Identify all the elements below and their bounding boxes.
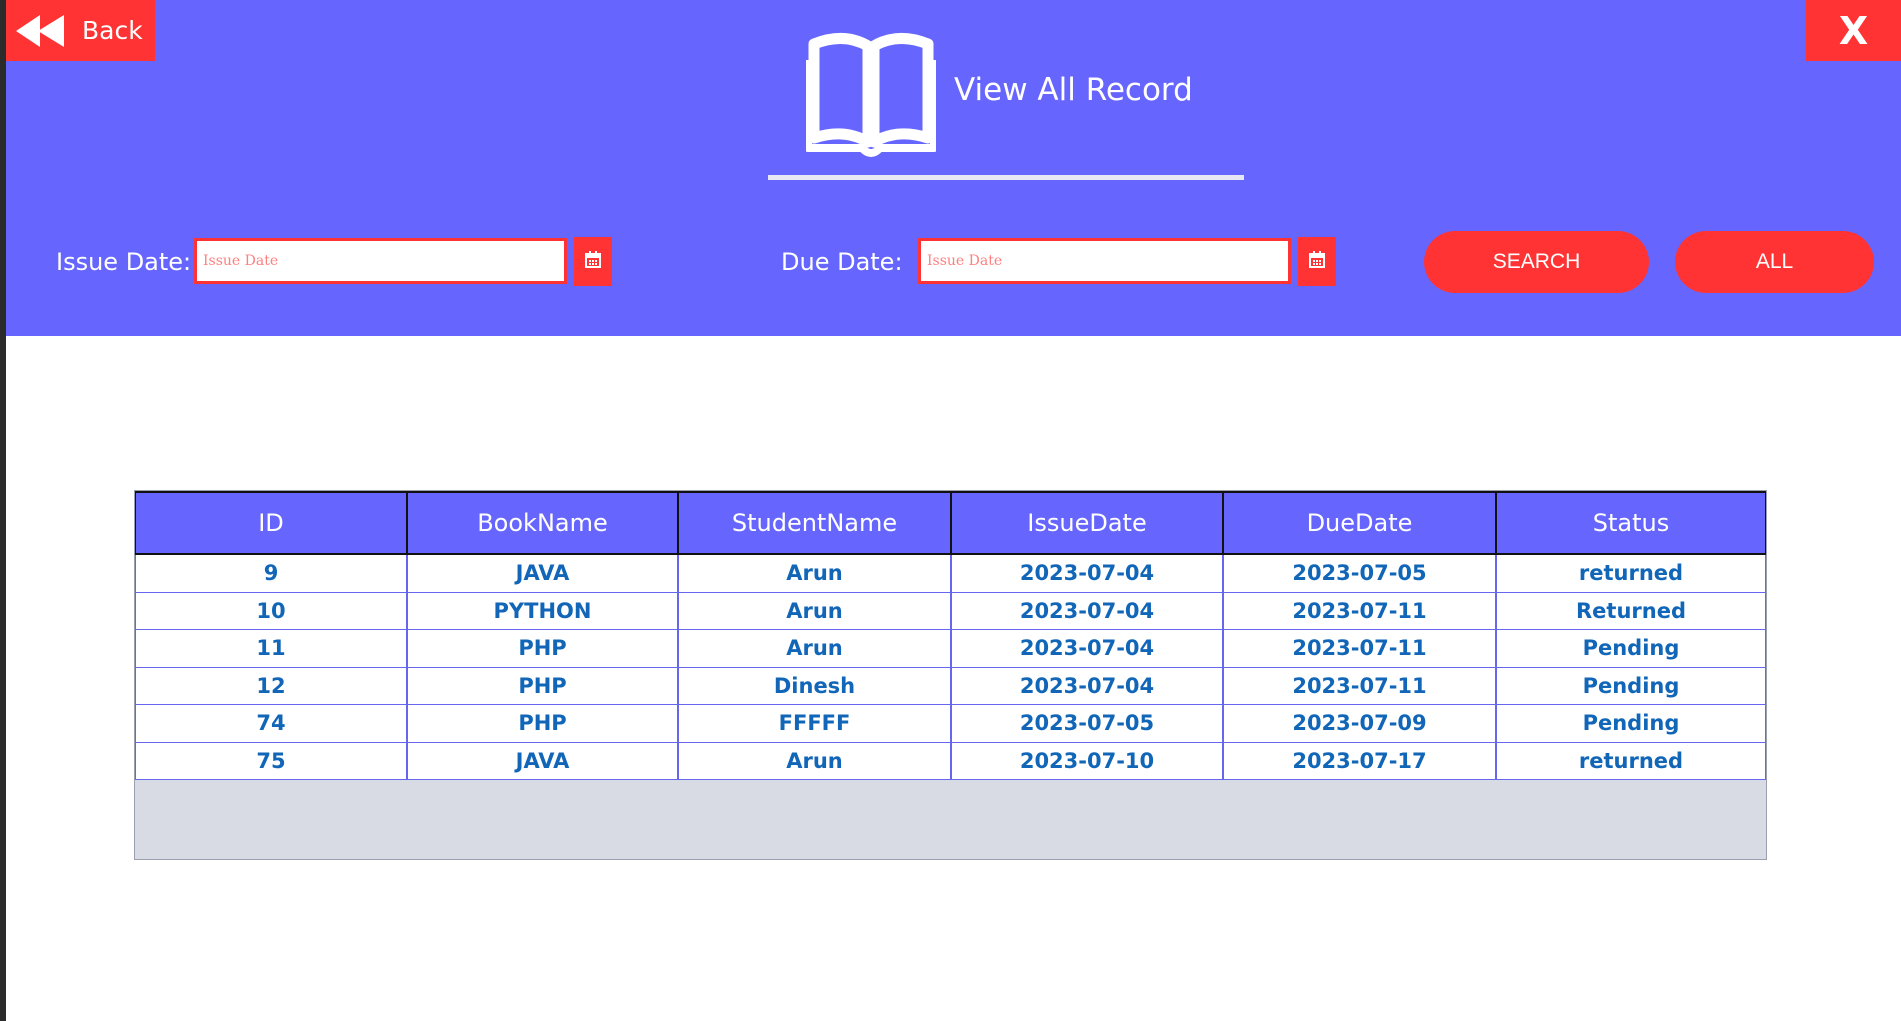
cell-duedate: 2023-07-17 — [1223, 742, 1496, 780]
column-header-id[interactable]: ID — [135, 493, 407, 553]
cell-status: Pending — [1496, 630, 1766, 668]
issue-date-input[interactable] — [194, 238, 567, 284]
cell-studentname: Dinesh — [678, 667, 951, 705]
table-row[interactable]: 10 PYTHON Arun 2023-07-04 2023-07-11 Ret… — [135, 592, 1766, 630]
cell-id: 10 — [135, 592, 407, 630]
due-date-input[interactable] — [918, 238, 1291, 284]
column-header-studentname[interactable]: StudentName — [678, 493, 951, 553]
due-date-calendar-button[interactable] — [1298, 237, 1336, 286]
cell-issuedate: 2023-07-04 — [951, 555, 1223, 593]
table-row[interactable]: 74 PHP FFFFF 2023-07-05 2023-07-09 Pendi… — [135, 705, 1766, 743]
table-row[interactable]: 9 JAVA Arun 2023-07-04 2023-07-05 return… — [135, 555, 1766, 593]
cell-status: Returned — [1496, 592, 1766, 630]
cell-duedate: 2023-07-05 — [1223, 555, 1496, 593]
cell-bookname: PHP — [407, 705, 678, 743]
table-header: ID BookName StudentName IssueDate DueDat… — [135, 491, 1766, 555]
cell-id: 9 — [135, 555, 407, 593]
cell-status: Pending — [1496, 705, 1766, 743]
cell-issuedate: 2023-07-10 — [951, 742, 1223, 780]
cell-status: returned — [1496, 742, 1766, 780]
table-row[interactable]: 75 JAVA Arun 2023-07-10 2023-07-17 retur… — [135, 742, 1766, 780]
issue-date-label: Issue Date: — [56, 248, 192, 276]
cell-issuedate: 2023-07-04 — [951, 630, 1223, 668]
due-date-label: Due Date: — [781, 248, 903, 276]
back-button[interactable]: Back — [6, 0, 155, 61]
cell-studentname: FFFFF — [678, 705, 951, 743]
records-table: ID BookName StudentName IssueDate DueDat… — [134, 490, 1767, 860]
header-panel: Back X View All Record Issue Date: Issue… — [6, 0, 1901, 336]
cell-id: 74 — [135, 705, 407, 743]
cell-issuedate: 2023-07-04 — [951, 667, 1223, 705]
cell-duedate: 2023-07-11 — [1223, 630, 1496, 668]
column-header-status[interactable]: Status — [1496, 493, 1766, 553]
page-title: View All Record — [954, 72, 1193, 108]
cell-studentname: Arun — [678, 555, 951, 593]
cell-bookname: JAVA — [407, 555, 678, 593]
cell-studentname: Arun — [678, 742, 951, 780]
cell-issuedate: 2023-07-04 — [951, 592, 1223, 630]
cell-studentname: Arun — [678, 592, 951, 630]
cell-status: Pending — [1496, 667, 1766, 705]
view-records-window: Back X View All Record Issue Date: Issue… — [6, 0, 1901, 1021]
cell-status: returned — [1496, 555, 1766, 593]
table-body: 9 JAVA Arun 2023-07-04 2023-07-05 return… — [135, 555, 1766, 780]
cell-bookname: PHP — [407, 667, 678, 705]
table-row[interactable]: 11 PHP Arun 2023-07-04 2023-07-11 Pendin… — [135, 630, 1766, 668]
cell-id: 12 — [135, 667, 407, 705]
cell-studentname: Arun — [678, 630, 951, 668]
cell-id: 75 — [135, 742, 407, 780]
back-label: Back — [82, 16, 143, 45]
cell-duedate: 2023-07-09 — [1223, 705, 1496, 743]
cell-duedate: 2023-07-11 — [1223, 667, 1496, 705]
close-button[interactable]: X — [1806, 0, 1901, 61]
issue-date-calendar-button[interactable] — [574, 237, 612, 286]
cell-bookname: JAVA — [407, 742, 678, 780]
all-button[interactable]: ALL — [1675, 231, 1874, 293]
cell-bookname: PYTHON — [407, 592, 678, 630]
column-header-bookname[interactable]: BookName — [407, 493, 678, 553]
cell-issuedate: 2023-07-05 — [951, 705, 1223, 743]
table-row[interactable]: 12 PHP Dinesh 2023-07-04 2023-07-11 Pend… — [135, 667, 1766, 705]
column-header-duedate[interactable]: DueDate — [1223, 493, 1496, 553]
column-header-issuedate[interactable]: IssueDate — [951, 493, 1223, 553]
rewind-icon — [14, 11, 72, 51]
calendar-icon — [585, 251, 601, 272]
title-divider — [768, 175, 1244, 180]
cell-duedate: 2023-07-11 — [1223, 592, 1496, 630]
cell-bookname: PHP — [407, 630, 678, 668]
calendar-icon — [1309, 251, 1325, 272]
search-button[interactable]: SEARCH — [1424, 231, 1649, 293]
open-book-icon — [804, 30, 938, 158]
cell-id: 11 — [135, 630, 407, 668]
